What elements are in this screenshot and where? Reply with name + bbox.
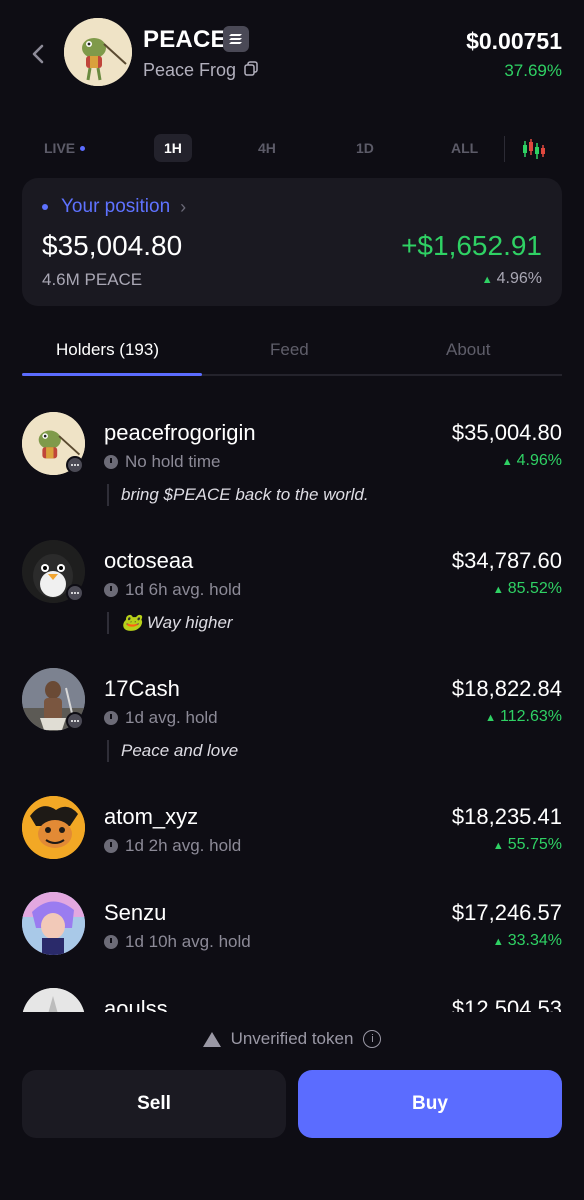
token-fullname-row: Peace Frog <box>143 60 259 81</box>
holder-value: $18,235.41 <box>451 804 562 829</box>
clock-icon <box>104 711 118 725</box>
avatar[interactable] <box>22 892 85 955</box>
tab-holders[interactable]: Holders (193) <box>56 340 159 360</box>
divider <box>504 136 505 162</box>
up-triangle-icon: ▲ <box>501 456 513 468</box>
holder-percent: ▲ 112.63% <box>485 708 562 725</box>
holder-row[interactable]: 17Cash 1d avg. hold Peace and love $18,8… <box>0 648 584 778</box>
live-dot-icon <box>80 145 86 151</box>
token-fullname: Peace Frog <box>143 60 237 80</box>
unverified-token-notice: Unverified token i <box>0 1026 584 1052</box>
position-title: Your position <box>61 196 171 217</box>
clock-icon <box>104 839 118 853</box>
holder-hold-time: 1d 6h avg. hold <box>104 580 241 600</box>
clock-icon <box>104 455 118 469</box>
tab-about[interactable]: About <box>446 340 490 360</box>
holder-value: $17,246.57 <box>451 900 562 925</box>
holder-row[interactable]: atom_xyz 1d 2h avg. hold $18,235.41 ▲ 55.… <box>0 776 584 876</box>
message-badge-icon <box>66 712 84 730</box>
holders-list[interactable]: peacefrogorigin No hold time bring $PEAC… <box>0 392 584 1012</box>
holder-hold-time: 1d 2h avg. hold <box>104 836 241 856</box>
token-price-change: 37.69% <box>504 61 562 80</box>
timeframe-all[interactable]: ALL <box>451 134 478 162</box>
position-title-row[interactable]: Your position › <box>42 196 186 218</box>
up-triangle-icon: ▲ <box>481 274 493 286</box>
timeframe-selector: LIVE 1H 4H 1D ALL <box>0 128 584 168</box>
info-icon[interactable]: i <box>363 1030 382 1048</box>
position-card[interactable]: Your position › $35,004.80 4.6M PEACE +$… <box>22 178 562 306</box>
up-triangle-icon: ▲ <box>492 936 504 948</box>
holder-value: $35,004.80 <box>451 420 562 445</box>
holder-row[interactable]: Senzu 1d 10h avg. hold $17,246.57 ▲ 33.34… <box>0 872 584 972</box>
holder-name[interactable]: peacefrogorigin <box>104 420 256 446</box>
holder-percent: ▲ 55.75% <box>492 836 562 853</box>
timeframe-1h[interactable]: 1H <box>154 134 192 162</box>
token-symbol: PEACE <box>143 26 227 53</box>
holder-hold-time: 1d 10h avg. hold <box>104 932 251 952</box>
holder-row[interactable]: octoseaa 1d 6h avg. hold 🐸 Way higher $3… <box>0 520 584 650</box>
candlestick-chart-icon[interactable] <box>520 136 546 162</box>
holder-hold-time: 1d avg. hold <box>104 708 218 728</box>
holder-name[interactable]: octoseaa <box>104 548 193 574</box>
back-chevron-icon[interactable] <box>26 40 50 68</box>
tab-feed[interactable]: Feed <box>270 340 309 360</box>
copy-icon[interactable] <box>244 60 259 81</box>
position-dot-icon <box>42 204 48 210</box>
holder-note: bring $PEACE back to the world. <box>107 484 369 506</box>
warning-icon <box>202 1031 221 1047</box>
chevron-right-icon: › <box>180 196 187 217</box>
sell-button[interactable]: Sell <box>22 1070 286 1138</box>
position-pnl-percent: ▲ 4.96% <box>481 270 542 287</box>
message-badge-icon <box>66 584 84 602</box>
token-header: PEACE Peace Frog $0.00751 37.69% <box>0 0 584 110</box>
up-triangle-icon: ▲ <box>492 584 504 596</box>
clock-icon <box>104 935 118 949</box>
holder-note: 🐸 Way higher <box>107 612 233 634</box>
timeframe-live[interactable]: LIVE <box>44 134 86 162</box>
holder-name[interactable]: 17Cash <box>104 676 180 702</box>
holder-row[interactable]: peacefrogorigin No hold time bring $PEAC… <box>0 392 584 522</box>
holder-percent: ▲ 33.34% <box>492 932 562 949</box>
holder-percent: ▲ 85.52% <box>492 580 562 597</box>
up-triangle-icon: ▲ <box>485 712 497 724</box>
avatar[interactable] <box>22 796 85 859</box>
holder-value: $18,822.84 <box>451 676 562 701</box>
token-price: $0.00751 <box>466 28 562 54</box>
position-pnl: +$1,652.91 <box>401 230 542 261</box>
holder-name[interactable]: aoulss <box>104 996 168 1012</box>
holder-name[interactable]: atom_xyz <box>104 804 198 830</box>
holder-name[interactable]: Senzu <box>104 900 166 926</box>
holder-value: $34,787.60 <box>451 548 562 573</box>
buy-button[interactable]: Buy <box>298 1070 562 1138</box>
holder-hold-time: No hold time <box>104 452 220 472</box>
holder-note: Peace and love <box>107 740 238 762</box>
clock-icon <box>104 583 118 597</box>
timeframe-4h[interactable]: 4H <box>258 134 276 162</box>
active-tab-indicator <box>22 373 202 376</box>
solana-chain-icon <box>223 26 249 52</box>
holder-value: $12,504.53 <box>451 996 562 1012</box>
token-avatar[interactable] <box>64 18 132 86</box>
position-amount: 4.6M PEACE <box>42 270 143 289</box>
unverified-label: Unverified token <box>230 1029 354 1048</box>
holder-row[interactable]: aoulss $12,504.53 <box>0 968 584 1012</box>
position-value: $35,004.80 <box>42 230 183 261</box>
avatar[interactable] <box>22 988 85 1012</box>
tab-bar: Holders (193) Feed About <box>22 330 562 376</box>
holder-percent: ▲ 4.96% <box>501 452 562 469</box>
timeframe-1d[interactable]: 1D <box>356 134 374 162</box>
up-triangle-icon: ▲ <box>492 840 504 852</box>
message-badge-icon <box>66 456 84 474</box>
